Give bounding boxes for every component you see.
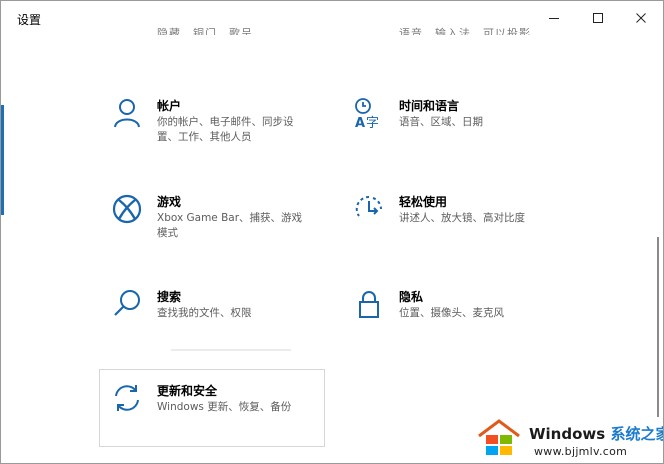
- tile-gaming-desc: Xbox Game Bar、捕获、游戏模式: [157, 212, 303, 239]
- watermark-url: www.bjjmlv.com: [534, 445, 628, 458]
- house-windows-logo-icon: [478, 419, 520, 455]
- ease-of-access-icon: [355, 195, 382, 217]
- tile-privacy-desc: 位置、摄像头、麦克风: [399, 307, 504, 319]
- tile-privacy[interactable]: 隐私 位置、摄像头、麦克风: [343, 288, 565, 332]
- search-icon: [114, 290, 140, 316]
- tile-search-desc: 查找我的文件、权限: [157, 307, 252, 319]
- settings-window: 设置 隐藏、铜门、歌呈 语音、输入法、可以投影 帐户 你的帐户、电子邮件、同步设…: [0, 0, 664, 464]
- tile-accounts-title: 帐户: [157, 99, 182, 113]
- tile-update-security-desc: Windows 更新、恢复、备份: [157, 401, 292, 413]
- watermark: Windows 系统之家 www.bjjmlv.com: [477, 414, 663, 463]
- person-icon: [114, 99, 140, 128]
- maximize-button[interactable]: [576, 1, 620, 35]
- watermark-brand: Windows 系统之家: [529, 423, 663, 444]
- scrollbar-thumb[interactable]: [657, 237, 659, 417]
- tile-time-language-title: 时间和语言: [399, 99, 460, 113]
- time-language-icon: A 字: [355, 98, 379, 129]
- tile-ease-of-access-desc: 讲述人、放大镜、高对比度: [399, 212, 525, 224]
- tile-update-security-title: 更新和安全: [157, 384, 218, 398]
- tile-accounts[interactable]: 帐户 你的帐户、电子邮件、同步设置、工作、其他人员: [101, 97, 323, 153]
- svg-text:A: A: [355, 116, 365, 129]
- tile-gaming[interactable]: 游戏 Xbox Game Bar、捕获、游戏模式: [101, 193, 323, 249]
- minimize-icon: [549, 18, 559, 19]
- tile-gaming-title: 游戏: [157, 195, 182, 209]
- tile-ease-of-access-title: 轻松使用: [399, 195, 448, 209]
- sync-icon: [115, 385, 139, 411]
- svg-text:字: 字: [366, 116, 379, 129]
- tile-time-language-desc: 语音、区域、日期: [399, 116, 483, 128]
- close-button[interactable]: [619, 1, 663, 35]
- partial-tile-desc-right: 语音、输入法、可以投影: [399, 27, 531, 35]
- lock-icon: [359, 291, 379, 318]
- close-icon: [636, 13, 646, 23]
- tile-privacy-title: 隐私: [399, 290, 424, 304]
- minimize-button[interactable]: [532, 1, 576, 35]
- window-title: 设置: [17, 13, 42, 27]
- tile-search[interactable]: 搜索 查找我的文件、权限: [101, 288, 323, 332]
- tile-update-security[interactable]: 更新和安全 Windows 更新、恢复、备份: [101, 382, 323, 426]
- divider: [171, 349, 291, 351]
- xbox-icon: [112, 194, 142, 224]
- maximize-icon: [593, 13, 603, 23]
- tile-search-title: 搜索: [157, 290, 182, 304]
- partial-tile-desc-left: 隐藏、铜门、歌呈: [157, 27, 253, 35]
- left-edge: [1, 35, 5, 463]
- tile-ease-of-access[interactable]: 轻松使用 讲述人、放大镜、高对比度: [343, 193, 565, 249]
- tile-time-language[interactable]: A 字 时间和语言 语音、区域、日期: [343, 97, 565, 153]
- watermark-brand-cn: 系统之家: [610, 425, 663, 443]
- title-bar: 设置: [1, 1, 663, 35]
- watermark-brand-en: Windows: [529, 425, 606, 443]
- tile-accounts-desc: 你的帐户、电子邮件、同步设置、工作、其他人员: [157, 116, 294, 143]
